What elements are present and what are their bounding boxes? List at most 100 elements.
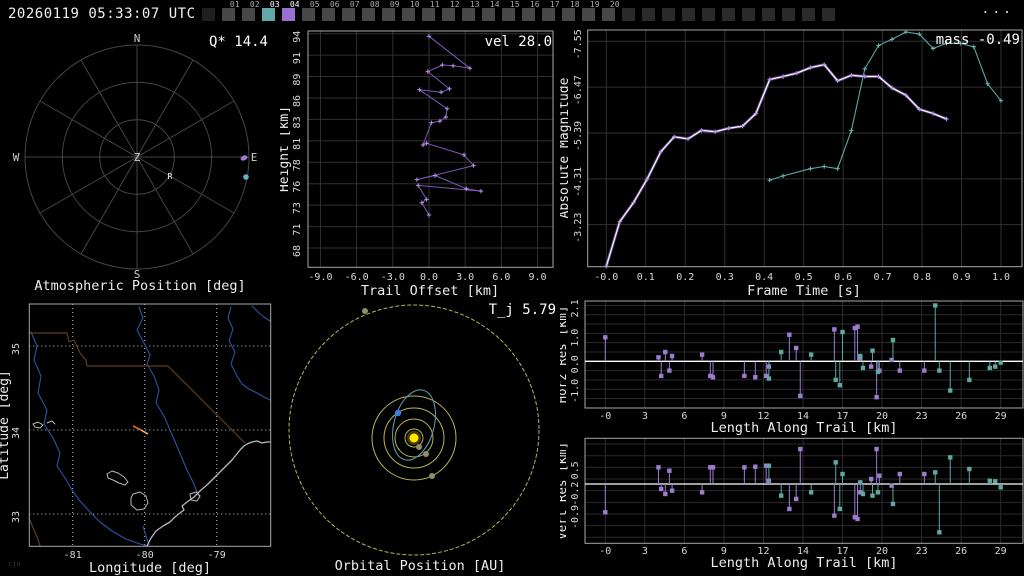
purple-residual-point [855, 324, 860, 329]
svg-text:0.5: 0.5 [795, 272, 813, 283]
teal-residual-point [948, 455, 953, 460]
panel-title: Q* 14.4 [209, 34, 268, 50]
teal-residual-point [998, 360, 1003, 365]
frame-tab-17[interactable]: 17 [541, 1, 560, 21]
teal-residual-point [987, 478, 992, 483]
svg-text:86: 86 [292, 95, 303, 107]
compass-north-label: N [134, 32, 141, 45]
svg-text:23: 23 [916, 546, 928, 557]
purple-residual-point [793, 496, 799, 502]
teal-residual-point [967, 377, 972, 383]
svg-text:-81: -81 [64, 550, 82, 561]
frame-tab-number: 07 [349, 0, 360, 9]
svg-text:94: 94 [292, 31, 303, 43]
y-axis-label: Absolute Magnitude [560, 77, 572, 218]
svg-text:-0: -0 [599, 411, 611, 422]
panel-atmospheric-position: N S W E Z R Q* 14.4 Atmospheric Position [deg] [0, 28, 280, 298]
purple-residual-point [663, 349, 668, 355]
frame-tab-05[interactable]: 05 [301, 1, 320, 21]
fireball-track-end [140, 429, 149, 435]
frame-tab-10[interactable]: 10 [401, 1, 420, 21]
lake-outline [32, 421, 44, 429]
frame-tab-13[interactable]: 13 [461, 1, 480, 21]
frame-tab-blank [641, 8, 655, 21]
frame-tab-12[interactable]: 12 [441, 1, 460, 21]
frame-tab-blank [741, 8, 755, 21]
teal-residual-point [870, 348, 875, 353]
purple-residual-point [793, 345, 799, 351]
frame-tab-03[interactable]: 03 [261, 1, 280, 21]
planet [423, 451, 429, 457]
svg-text:0.3: 0.3 [716, 272, 734, 283]
y-axis-label: Latitude [deg] [0, 370, 12, 480]
purple-residual-point [753, 375, 758, 380]
purple-residual-point [874, 446, 879, 452]
x-axis-label: Frame Time [s] [747, 283, 861, 298]
svg-text:91: 91 [292, 52, 303, 64]
svg-text:3: 3 [642, 546, 648, 557]
x-axis-label: Trail Offset [km] [361, 283, 499, 298]
planet [416, 444, 422, 450]
frame-tab-08[interactable]: 08 [361, 1, 380, 21]
overflow-menu-button[interactable]: ... [982, 0, 1024, 17]
svg-text:2.1: 2.1 [570, 299, 581, 317]
teal-residual-point [875, 490, 881, 495]
panel-orbital-position: T_j 5.79 Orbital Position [AU] [280, 298, 560, 576]
svg-text:-6.47: -6.47 [573, 75, 584, 105]
lake-outline [46, 420, 56, 425]
svg-text:-3.23: -3.23 [573, 213, 584, 243]
purple-residual-point [798, 393, 803, 399]
panel-horz-residuals: 2.1 1.0 0.0 -1.0 Horz Res [km] -0 3 6 9 12 14 17 20 2… [560, 298, 1024, 435]
frame-tab-09[interactable]: 09 [381, 1, 400, 21]
frame-tab-16[interactable]: 16 [521, 1, 540, 21]
frame-tab-number: 08 [369, 0, 380, 9]
purple-residual-point [874, 395, 879, 400]
svg-text:-6.0: -6.0 [345, 272, 369, 283]
y-axis-label: Height [km] [280, 106, 292, 192]
ground-track-map: -81 -80 -79353433Latitude [deg]Longitude [… [0, 303, 272, 576]
teal-residual-point [890, 337, 896, 343]
teal-residual-point [875, 369, 881, 375]
frame-tab-18[interactable]: 18 [561, 1, 580, 21]
frame-tab-20[interactable]: 20 [601, 1, 620, 21]
fireball-dashboard: 20260119 05:33:07 UTC 01 02 03 04 05 06 07 08 09… [0, 0, 1024, 576]
frame-tab-06[interactable]: 06 [321, 1, 340, 21]
svg-text:76: 76 [292, 181, 303, 193]
frame-tab-04[interactable]: 04 [281, 1, 300, 21]
frame-tab-02[interactable]: 02 [241, 1, 260, 21]
vert-residuals-plot: 0.5-0.2-0.9Vert Res [km]-0 3 6 9 12 14 17 20 23 2… [560, 437, 1024, 571]
trail-offset-plot: -9.0 -6.0 -3.0 0.0 3.0 6.0 9.0 94 91 89 86 83 81 78 76… [280, 30, 554, 298]
frame-tab-blank [781, 8, 795, 21]
svg-text:-3.0: -3.0 [381, 272, 405, 283]
watermark: cju [8, 560, 21, 568]
purple-residual-point [656, 355, 661, 360]
teal-residual-point [937, 368, 942, 373]
svg-text:6: 6 [681, 546, 687, 557]
purple-residual-point [753, 464, 758, 469]
frame-tab-01[interactable]: 01 [221, 1, 240, 21]
x-axis-label: Length Along Trail [km] [711, 555, 898, 571]
detection-purple [240, 155, 248, 161]
frame-tab-19[interactable]: 19 [581, 1, 600, 21]
frame-tab-14[interactable]: 14 [481, 1, 500, 21]
svg-text:-0.2: -0.2 [570, 482, 581, 506]
frame-tab-07[interactable]: 07 [341, 1, 360, 21]
svg-text:-1.0: -1.0 [570, 379, 581, 403]
teal-residual-point [937, 530, 942, 535]
teal-residual-point [778, 349, 784, 355]
svg-text:0.0: 0.0 [570, 355, 581, 373]
frame-tab-11[interactable]: 11 [421, 1, 440, 21]
svg-text:-0: -0 [599, 546, 611, 557]
frame-tab-15[interactable]: 15 [501, 1, 520, 21]
purple-residual-point [710, 465, 716, 470]
svg-text:83: 83 [292, 116, 303, 128]
svg-text:3: 3 [642, 411, 648, 422]
radiant-marker: R [168, 172, 173, 181]
purple-residual-point [832, 327, 837, 332]
teal-residual-point [837, 506, 843, 512]
svg-text:26: 26 [955, 411, 967, 422]
svg-text:-4.31: -4.31 [573, 167, 584, 197]
svg-text:1.0: 1.0 [570, 329, 581, 347]
purple-residual-point [603, 510, 608, 515]
frame-tab-blank [681, 8, 695, 21]
